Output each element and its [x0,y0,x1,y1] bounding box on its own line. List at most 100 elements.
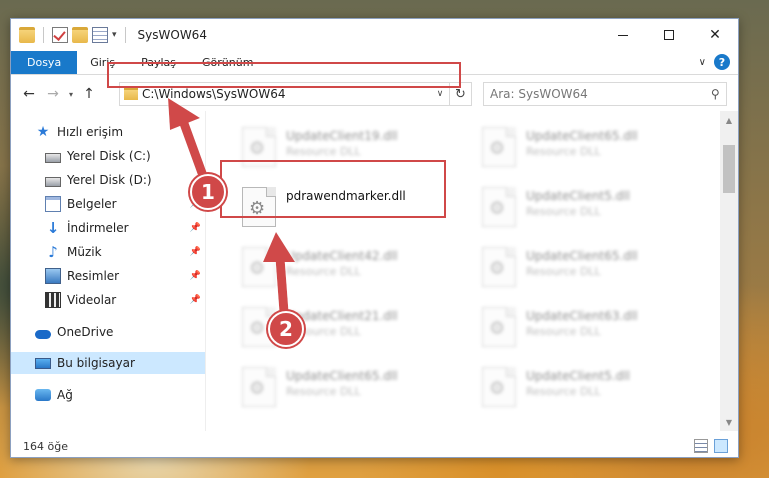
minimize-icon [618,34,628,36]
list-item[interactable]: UpdateClient21.dllResource DLL [226,303,456,353]
file-name: UpdateClient65.dll [286,369,398,383]
tab-home[interactable]: Giriş [77,51,128,74]
properties-check-icon[interactable] [52,27,68,43]
selected-file-item[interactable]: pdrawendmarker.dll [226,183,456,233]
view-properties-icon[interactable] [92,27,108,43]
sidebar-item-label: Müzik [67,245,102,259]
list-item[interactable]: UpdateClient65.dll Resource DLL [466,123,696,173]
quick-access-toolbar: ▾ [11,27,130,43]
file-type: Resource DLL [286,385,361,398]
minimize-button[interactable] [600,19,646,51]
music-icon: ♪ [48,243,58,261]
pin-icon[interactable]: 📌 [190,247,201,257]
vertical-scrollbar[interactable]: ▲ ▼ [720,111,738,431]
download-icon: ↓ [46,219,60,237]
navigation-bar: ← → ▾ ↑ C:\Windows\SysWOW64 ∨ ↻ Ara: Sys… [11,77,738,111]
maximize-icon [664,30,674,40]
file-type: Resource DLL [286,145,361,158]
sidebar-item-label: Belgeler [67,197,117,211]
forward-button[interactable]: → [41,82,65,106]
sidebar-item-quick-access[interactable]: ★ Hızlı erişim [11,121,205,143]
step-1-badge: 1 [190,174,226,210]
sidebar-item-pictures[interactable]: Resimler 📌 [11,265,205,287]
file-type: Resource DLL [526,385,601,398]
sidebar-item-local-disk-d[interactable]: Yerel Disk (D:) [11,169,205,191]
address-path[interactable]: C:\Windows\SysWOW64 [142,87,431,101]
sidebar-item-documents[interactable]: Belgeler 📌 [11,193,205,215]
sidebar-item-onedrive[interactable]: OneDrive [11,321,205,343]
file-name: UpdateClient5.dll [526,369,630,383]
list-item[interactable]: UpdateClient19.dll Resource DLL [226,123,456,173]
navigation-pane: ★ Hızlı erişim Yerel Disk (C:) Yerel Dis… [11,111,205,431]
search-icon[interactable]: ⚲ [711,87,720,101]
scroll-up-icon[interactable]: ▲ [720,111,738,129]
list-item[interactable]: UpdateClient42.dll Resource DLL [226,243,456,293]
step-2-badge: 2 [268,311,304,347]
star-icon: ★ [36,124,50,140]
sidebar-item-this-pc[interactable]: Bu bilgisayar [11,352,205,374]
disk-icon [45,152,61,163]
list-item[interactable]: UpdateClient65.dll Resource DLL [466,243,696,293]
pin-icon[interactable]: 📌 [190,271,201,281]
sidebar-item-label: Yerel Disk (C:) [67,149,151,163]
file-name: UpdateClient65.dll [526,129,638,143]
scroll-down-icon[interactable]: ▼ [720,413,738,431]
customize-toolbar-chevron-icon[interactable]: ▾ [112,30,117,40]
toolbar-divider [43,27,44,43]
list-item[interactable]: UpdateClient5.dll Resource DLL [466,363,696,413]
search-placeholder[interactable]: Ara: SysWOW64 [490,87,711,101]
file-type: Resource DLL [526,325,601,338]
pin-icon[interactable]: 📌 [190,295,201,305]
maximize-button[interactable] [646,19,692,51]
file-type: Resource DLL [526,205,601,218]
help-icon[interactable]: ? [714,54,730,70]
recent-locations-chevron-icon[interactable]: ▾ [65,90,77,99]
refresh-icon[interactable]: ↻ [449,83,471,105]
list-item[interactable]: UpdateClient5.dll Resource DLL [466,183,696,233]
sidebar-item-label: Ağ [57,388,73,402]
pin-icon[interactable]: 📌 [190,223,201,233]
list-item[interactable]: UpdateClient65.dll Resource DLL [226,363,456,413]
address-folder-icon [124,88,138,100]
explorer-window: ▾ SysWOW64 ✕ Dosya Giriş Paylaş Görünüm … [10,18,739,458]
dll-file-icon [242,127,276,167]
sidebar-item-label: Yerel Disk (D:) [67,173,152,187]
window-title: SysWOW64 [137,28,207,42]
details-view-icon[interactable] [694,439,708,453]
sidebar-item-label: Hızlı erişim [57,125,124,139]
tab-share[interactable]: Paylaş [128,51,189,74]
video-icon [45,292,61,308]
new-folder-icon[interactable] [72,27,88,43]
scrollbar-thumb[interactable] [723,145,735,193]
file-type: Resource DLL [526,145,601,158]
status-bar: 164 öğe [11,433,738,457]
sidebar-item-music[interactable]: ♪ Müzik 📌 [11,241,205,263]
sidebar-item-videos[interactable]: Videolar 📌 [11,289,205,311]
close-button[interactable]: ✕ [692,19,738,51]
back-button[interactable]: ← [17,82,41,106]
sidebar-divider [205,111,206,431]
sidebar-item-label: İndirmeler [67,221,129,235]
sidebar-item-label: Resimler [67,269,120,283]
sidebar-item-network[interactable]: Ağ [11,384,205,406]
tiles-view-icon[interactable] [714,439,728,453]
tab-view[interactable]: Görünüm [189,51,266,74]
file-type: Resource DLL [526,265,601,278]
computer-icon [35,357,51,369]
up-button[interactable]: ↑ [77,82,101,106]
expand-ribbon-chevron-icon[interactable]: ∨ [699,57,706,68]
search-input[interactable]: Ara: SysWOW64 ⚲ [483,82,727,106]
file-name: UpdateClient42.dll [286,249,398,263]
view-switcher [694,439,728,453]
sidebar-item-downloads[interactable]: ↓ İndirmeler 📌 [11,217,205,239]
file-name: pdrawendmarker.dll [286,189,406,203]
sidebar-item-local-disk-c[interactable]: Yerel Disk (C:) [11,145,205,167]
file-list: UpdateClient19.dll Resource DLL pdrawendm… [216,111,720,431]
file-name: UpdateClient65.dll [526,249,638,263]
address-bar[interactable]: C:\Windows\SysWOW64 ∨ ↻ [119,82,472,106]
address-history-chevron-icon[interactable]: ∨ [431,89,449,99]
tab-file[interactable]: Dosya [11,51,78,74]
window-controls: ✕ [600,19,738,51]
list-item[interactable]: UpdateClient63.dll Resource DLL [466,303,696,353]
folder-icon [19,27,35,43]
